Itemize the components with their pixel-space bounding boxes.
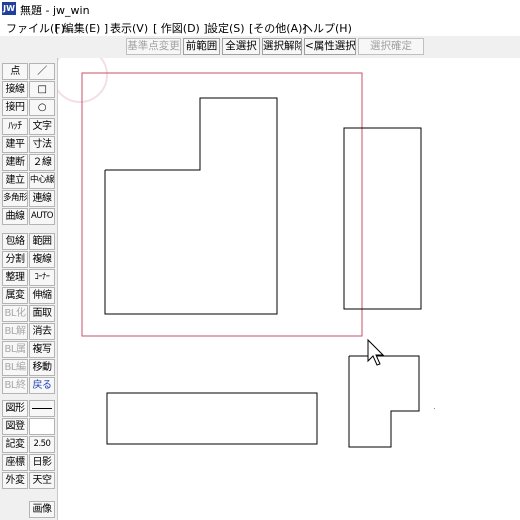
tool-sun-shadow[interactable]: 日影 — [29, 454, 55, 471]
tool-divide[interactable]: 分割 — [2, 251, 28, 268]
tool-image[interactable]: 画像 — [29, 501, 55, 518]
l-shape-polygon[interactable] — [104, 97, 278, 315]
tool-envelope[interactable]: 包絡 — [2, 233, 28, 250]
drawing-svg — [58, 58, 435, 448]
tool-line[interactable]: ／ — [29, 63, 55, 80]
tool-tangent[interactable]: 接線 — [2, 81, 28, 98]
tool-erase[interactable]: 消去 — [29, 323, 55, 340]
menu-view[interactable]: 表示(V) — [110, 20, 148, 36]
menu-edit[interactable]: [ 編集(E) ] — [55, 20, 108, 36]
tool-tangent-circle[interactable]: 接円 — [2, 99, 28, 116]
tool-block-end[interactable]: BL終 — [2, 377, 28, 394]
tool-block-explode[interactable]: BL解 — [2, 323, 28, 340]
arrow-pointer-icon — [367, 338, 385, 366]
tool-stretch[interactable]: 伸縮 — [29, 287, 55, 304]
layer-selector[interactable] — [29, 418, 55, 435]
tool-arrange[interactable]: 整理 — [2, 269, 28, 286]
tool-attribute-change[interactable]: 属変 — [2, 287, 28, 304]
attribute-select-button[interactable]: <属性選択> — [304, 38, 356, 55]
menu-bar: ファイル(F) [ 編集(E) ] 表示(V) [ 作図(D) ] 設定(S) … — [0, 18, 520, 36]
tool-hatch[interactable]: ﾊｯﾁ — [2, 118, 28, 135]
selection-rectangle — [81, 72, 363, 337]
jw-app-icon[interactable]: JW — [2, 2, 16, 15]
tall-rectangle[interactable] — [343, 127, 422, 310]
tool-corner[interactable]: ｺｰﾅｰ — [29, 269, 55, 286]
tool-arch-section[interactable]: 建断 — [2, 154, 28, 171]
line-type-selector[interactable] — [29, 400, 55, 417]
tool-sky[interactable]: 天空 — [29, 472, 55, 489]
tool-polygon[interactable]: 多角形 — [2, 190, 28, 207]
tool-coordinate[interactable]: 座標 — [2, 454, 28, 471]
tool-point[interactable]: 点 — [2, 63, 28, 80]
window-title: 無題 - jw_win — [20, 4, 90, 17]
tool-arch-elevation[interactable]: 建立 — [2, 172, 28, 189]
tool-center-line[interactable]: 中心線 — [29, 172, 55, 189]
tool-external-change[interactable]: 外変 — [2, 472, 28, 489]
menu-draw[interactable]: [ 作図(D) ] — [153, 20, 208, 36]
select-all-button[interactable]: 全選択 — [222, 38, 260, 55]
previous-range-button[interactable]: 前範囲 — [183, 38, 220, 55]
tool-auto[interactable]: AUTO — [29, 208, 55, 225]
tool-text[interactable]: 文字 — [29, 118, 55, 135]
command-toolbar: 基準点変更 前範囲 全選択 選択解除 <属性選択> 選択確定 — [0, 36, 520, 59]
line-type-sample — [32, 408, 52, 409]
deselect-button[interactable]: 選択解除 — [262, 38, 302, 55]
tool-figure[interactable]: 図形 — [2, 400, 28, 417]
tool-dimension[interactable]: 寸法 — [29, 136, 55, 153]
tool-continuous-line[interactable]: 連線 — [29, 190, 55, 207]
tool-double-line[interactable]: ２線 — [29, 154, 55, 171]
tool-copy[interactable]: 複写 — [29, 341, 55, 358]
tool-palette: 点 接線 接円 ﾊｯﾁ 建平 建断 建立 多角形 曲線 包絡 分割 整理 属変 … — [0, 58, 58, 520]
tool-undo[interactable]: 戻る — [29, 377, 55, 394]
change-base-point-button[interactable]: 基準点変更 — [126, 38, 181, 55]
tool-symbol-change[interactable]: 記変 — [2, 436, 28, 453]
confirm-selection-button[interactable]: 選択確定 — [358, 38, 424, 55]
tool-curve[interactable]: 曲線 — [2, 208, 28, 225]
tool-offset[interactable]: 複線 — [29, 251, 55, 268]
wide-rectangle[interactable] — [106, 392, 318, 445]
menu-help[interactable]: ヘルプ(H) — [302, 20, 352, 36]
tool-move[interactable]: 移動 — [29, 359, 55, 376]
menu-other[interactable]: [その他(A)] — [249, 20, 307, 36]
tool-block-create[interactable]: BL化 — [2, 305, 28, 322]
scale-value[interactable]: 2.50 — [29, 436, 55, 453]
tool-rectangle[interactable]: □ — [29, 81, 55, 98]
tool-block-attribute[interactable]: BL属 — [2, 341, 28, 358]
tool-chamfer[interactable]: 面取 — [29, 305, 55, 322]
small-l-shape[interactable] — [348, 355, 420, 448]
point-marker — [434, 408, 435, 409]
title-bar: JW 無題 - jw_win — [0, 0, 520, 18]
tool-arch-plan[interactable]: 建平 — [2, 136, 28, 153]
menu-settings[interactable]: 設定(S) — [207, 20, 245, 36]
drawing-canvas[interactable] — [58, 58, 520, 520]
tool-circle[interactable]: ○ — [29, 99, 55, 116]
tool-figure-register[interactable]: 図登 — [2, 418, 28, 435]
tool-range[interactable]: 範囲 — [29, 233, 55, 250]
tool-block-edit[interactable]: BL編 — [2, 359, 28, 376]
